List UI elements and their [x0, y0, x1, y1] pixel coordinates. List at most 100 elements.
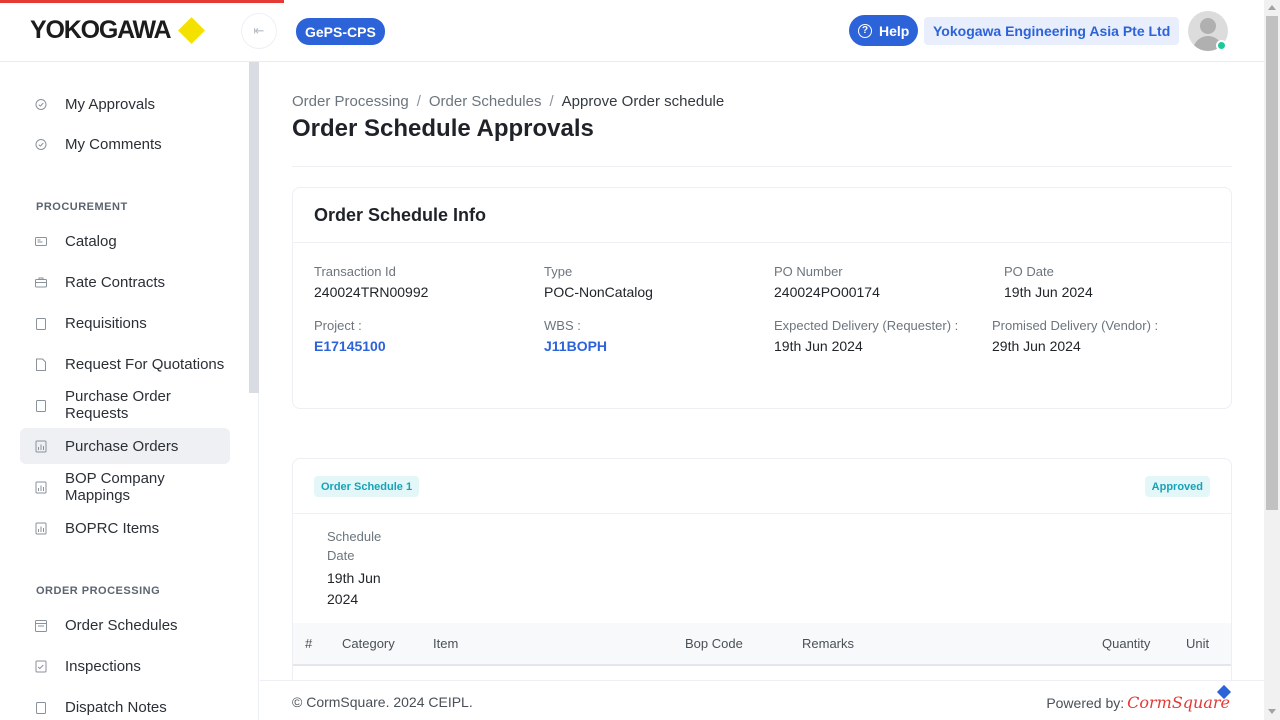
field-label: Type [544, 264, 573, 279]
sidebar-item-label: Dispatch Notes [65, 698, 167, 716]
field-value: 19th Jun 2024 [327, 570, 381, 607]
sidebar-item-my-comments[interactable]: My Comments [20, 126, 230, 162]
field-value: 240024TRN00992 [314, 284, 429, 300]
page-title: Order Schedule Approvals [292, 115, 594, 142]
top-header: YOKOGAWA ⇤ GePS-CPS ? Help Yokogawa Engi… [0, 0, 1264, 62]
order-schedule-card: Order Schedule 1 Approved Schedule Date … [292, 458, 1232, 680]
avatar-head-icon [1200, 18, 1216, 34]
breadcrumb-order-processing[interactable]: Order Processing [292, 93, 409, 110]
sidebar-item-label: Order Schedules [65, 616, 178, 634]
breadcrumb-separator: / [416, 93, 421, 110]
sidebar-item-label: Purchase Order Requests [65, 388, 171, 422]
sidebar-scrollbar[interactable] [249, 62, 259, 393]
info-card-title: Order Schedule Info [293, 188, 1231, 243]
field-wbs: WBS : J11BOPH [544, 318, 607, 354]
field-type: Type POC-NonCatalog [544, 264, 653, 300]
wbs-link[interactable]: J11BOPH [544, 338, 607, 354]
breadcrumb-current: Approve Order schedule [561, 93, 725, 110]
field-label: Project : [314, 318, 362, 333]
yokogawa-logo[interactable]: YOKOGAWA [30, 16, 206, 45]
sidebar-item-requisitions[interactable]: Requisitions [20, 305, 230, 341]
page-scrollbar-thumb[interactable] [1266, 16, 1278, 510]
field-expected-delivery: Expected Delivery (Requester) : 19th Jun… [774, 318, 958, 354]
sidebar-item-boprc-items[interactable]: BOPRC Items [20, 510, 230, 546]
document-icon [35, 358, 47, 371]
sidebar: My Approvals My Comments PROCUREMENT Cat… [0, 62, 259, 720]
sidebar-item-my-approvals[interactable]: My Approvals [20, 86, 230, 122]
column-header-quantity: Quantity [1102, 636, 1151, 651]
field-label: PO Date [1004, 264, 1054, 279]
question-circle-icon: ? [858, 23, 872, 38]
powered-by: Powered by: CormSquare [1046, 693, 1230, 712]
sidebar-item-purchase-order-requests[interactable]: Purchase Order Requests [20, 387, 230, 423]
field-schedule-date: Schedule Date 19th Jun 2024 [327, 527, 407, 610]
field-label: Expected Delivery (Requester) : [774, 318, 959, 333]
copyright-text: © CormSquare. 2024 CEIPL. [292, 694, 473, 710]
field-label: Promised Delivery (Vendor) : [992, 318, 1159, 333]
sidebar-item-order-schedules[interactable]: Order Schedules [20, 607, 230, 643]
sidebar-item-inspections[interactable]: Inspections [20, 648, 230, 684]
chart-doc-icon [35, 440, 47, 452]
sidebar-item-label: Purchase Orders [65, 437, 179, 455]
clipboard-icon [35, 399, 47, 412]
column-header-index: # [305, 636, 313, 651]
sidebar-item-label: Requisitions [65, 314, 147, 332]
sidebar-item-label: Inspections [65, 657, 141, 675]
column-header-bop-code: Bop Code [685, 636, 743, 651]
field-project: Project : E17145100 [314, 318, 386, 354]
sidebar-item-catalog[interactable]: Catalog [20, 223, 230, 259]
footer: © CormSquare. 2024 CEIPL. Powered by: Co… [260, 680, 1264, 720]
breadcrumb-order-schedules[interactable]: Order Schedules [429, 93, 542, 110]
column-header-unit: Unit [1186, 636, 1210, 651]
sidebar-item-purchase-orders[interactable]: Purchase Orders [20, 428, 230, 464]
field-value: 19th Jun 2024 [774, 338, 863, 354]
field-value: POC-NonCatalog [544, 284, 653, 300]
sidebar-item-rate-contracts[interactable]: Rate Contracts [20, 264, 230, 300]
sidebar-item-bop-company-mappings[interactable]: BOP Company Mappings [20, 469, 230, 505]
field-value: 19th Jun 2024 [1004, 284, 1093, 300]
cormsquare-brand-logo[interactable]: CormSquare [1127, 693, 1230, 712]
field-value: 240024PO00174 [774, 284, 880, 300]
field-label: WBS : [544, 318, 581, 333]
main-content: Order Processing / Order Schedules / App… [260, 62, 1264, 680]
collapse-sidebar-button[interactable]: ⇤ [241, 13, 277, 49]
sidebar-item-label: BOPRC Items [65, 519, 160, 537]
checklist-icon [35, 660, 47, 672]
sidebar-item-label: Request For Quotations [65, 355, 225, 373]
online-status-icon [1216, 40, 1227, 51]
field-label: PO Number [774, 264, 843, 279]
sidebar-item-label: My Comments [65, 135, 162, 153]
scroll-up-arrow-icon[interactable] [1268, 5, 1276, 10]
collapse-arrow-icon: ⇤ [253, 23, 265, 38]
help-button[interactable]: ? Help [849, 15, 919, 46]
project-link[interactable]: E17145100 [314, 338, 386, 354]
field-value: 29th Jun 2024 [992, 338, 1081, 354]
field-transaction-id: Transaction Id 240024TRN00992 [314, 264, 428, 300]
company-selector[interactable]: Yokogawa Engineering Asia Pte Ltd [924, 17, 1180, 45]
status-badge: Approved [1144, 476, 1210, 497]
field-label: Schedule Date [327, 529, 382, 563]
app-badge: GePS-CPS [296, 18, 385, 45]
loading-progress-bar [0, 0, 284, 3]
sidebar-item-request-for-quotations[interactable]: Request For Quotations [20, 346, 230, 382]
field-po-date: PO Date 19th Jun 2024 [1004, 264, 1093, 300]
items-table-header: # Category Item Bop Code Remarks Quantit… [293, 623, 1231, 666]
sidebar-section-order-processing: ORDER PROCESSING [36, 585, 161, 597]
scroll-down-arrow-icon[interactable] [1268, 709, 1276, 714]
field-po-number: PO Number 240024PO00174 [774, 264, 880, 300]
sidebar-item-dispatch-notes[interactable]: Dispatch Notes [20, 689, 230, 720]
logo-diamond-icon [178, 17, 206, 44]
powered-by-label: Powered by: [1046, 694, 1125, 711]
column-header-category: Category [342, 636, 395, 651]
check-circle-icon [35, 138, 47, 150]
schedule-card-header: Order Schedule 1 Approved [293, 459, 1231, 514]
sidebar-item-label: Catalog [65, 232, 117, 250]
schedule-label-badge: Order Schedule 1 [314, 476, 420, 497]
calendar-icon [35, 619, 47, 632]
sidebar-item-label: My Approvals [65, 95, 156, 113]
field-label: Transaction Id [314, 264, 396, 279]
sidebar-item-label: Rate Contracts [65, 273, 166, 291]
sidebar-item-label: BOP Company Mappings [65, 470, 165, 504]
chart-doc-icon [35, 481, 47, 493]
chart-doc-icon [35, 522, 47, 534]
